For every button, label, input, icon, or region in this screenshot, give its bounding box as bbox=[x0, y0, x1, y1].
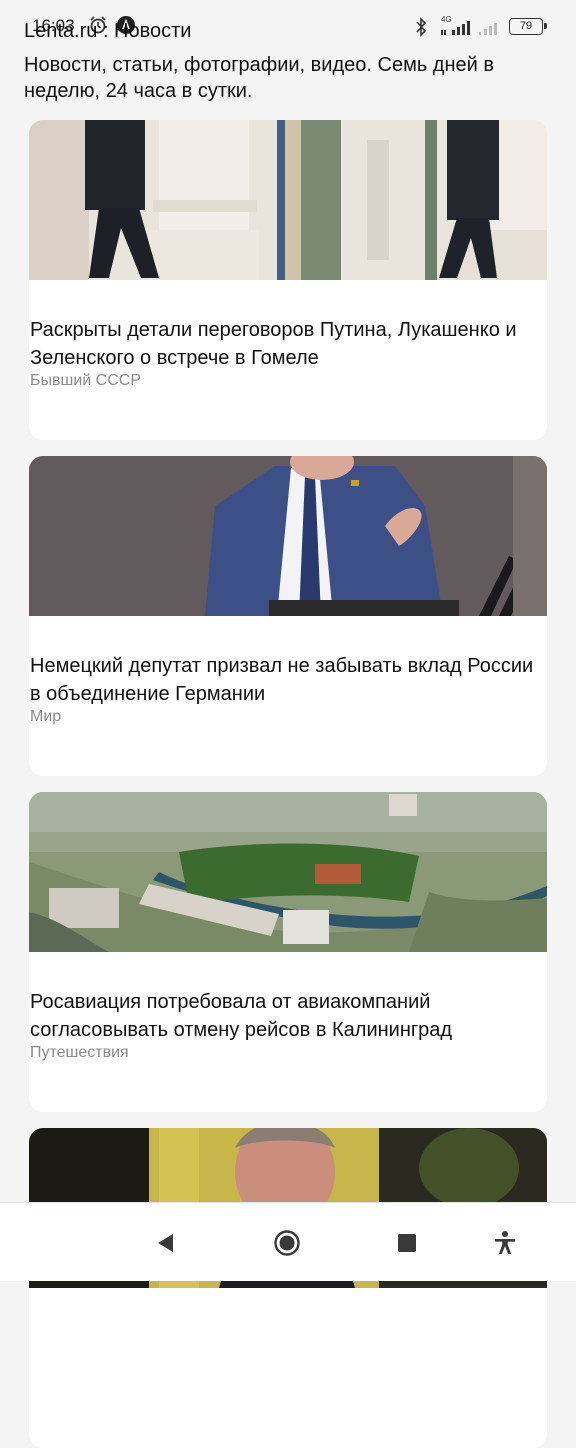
news-card[interactable]: Росавиация потребовала от авиакомпаний с… bbox=[29, 792, 547, 1112]
home-icon[interactable] bbox=[273, 1229, 301, 1257]
news-title[interactable]: Росавиация потребовала от авиакомпаний с… bbox=[30, 988, 542, 1044]
signal-icon bbox=[478, 20, 502, 36]
news-category: Бывший СССР bbox=[30, 372, 141, 389]
back-icon[interactable] bbox=[152, 1229, 180, 1257]
news-image bbox=[29, 120, 547, 280]
news-card[interactable] bbox=[29, 1128, 547, 1448]
news-title[interactable]: Немецкий депутат призвал не забывать вкл… bbox=[30, 652, 542, 708]
battery-icon: 79 bbox=[509, 18, 547, 35]
page-subtitle: Новости, статьи, фотографии, видео. Семь… bbox=[24, 54, 494, 102]
recents-icon[interactable] bbox=[393, 1229, 421, 1257]
system-navigation-bar bbox=[0, 1202, 576, 1281]
bluetooth-icon bbox=[414, 17, 428, 37]
signal-icon bbox=[440, 20, 472, 36]
news-card[interactable]: Немецкий депутат призвал не забывать вкл… bbox=[29, 456, 547, 776]
news-image bbox=[29, 456, 547, 616]
news-title[interactable]: Раскрыты детали переговоров Путина, Лука… bbox=[30, 316, 542, 372]
news-category: Путешествия bbox=[30, 1044, 129, 1061]
accessibility-icon[interactable] bbox=[491, 1229, 519, 1257]
page-title: Lenta.ru : Новости bbox=[24, 20, 192, 42]
news-image bbox=[29, 792, 547, 952]
news-card[interactable]: Раскрыты детали переговоров Путина, Лука… bbox=[29, 120, 547, 440]
news-category: Мир bbox=[30, 708, 62, 725]
